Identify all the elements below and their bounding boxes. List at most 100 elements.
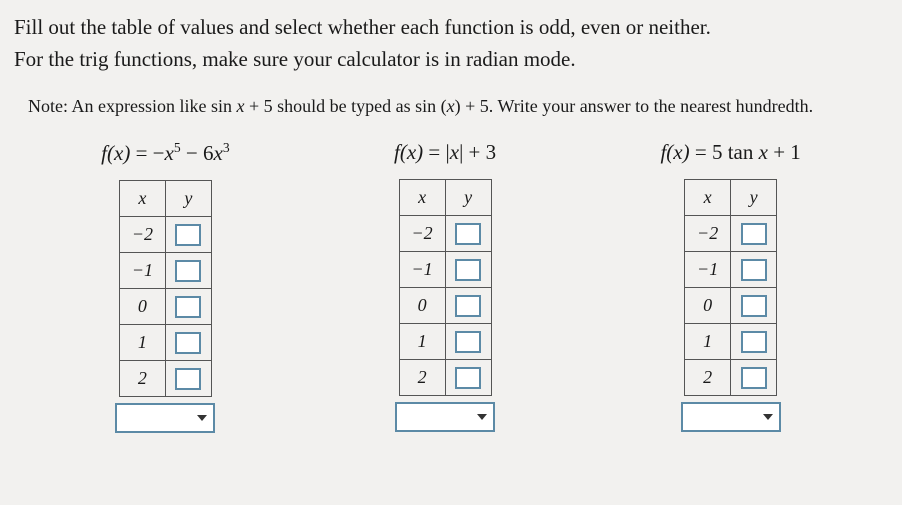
table-row: 2 xyxy=(685,360,777,396)
y-cell xyxy=(165,325,211,361)
table-header-row: xy xyxy=(399,180,491,216)
table-2: xy −2 −1 0 1 2 xyxy=(399,179,492,396)
x-cell: 2 xyxy=(399,360,445,396)
y-cell xyxy=(731,216,777,252)
y-input[interactable] xyxy=(741,259,767,281)
table-row: −2 xyxy=(685,216,777,252)
y-input[interactable] xyxy=(175,296,201,318)
chevron-down-icon xyxy=(197,415,207,421)
y-cell xyxy=(165,253,211,289)
table-header-row: xy xyxy=(119,181,211,217)
x-cell: −1 xyxy=(119,253,165,289)
y-input[interactable] xyxy=(455,223,481,245)
header-y: y xyxy=(165,181,211,217)
y-cell xyxy=(445,288,491,324)
chevron-down-icon xyxy=(763,414,773,420)
instruction-line1: Fill out the table of values and select … xyxy=(14,15,711,39)
f2-tail: | + 3 xyxy=(459,140,496,164)
y-cell xyxy=(165,361,211,397)
x-cell: −2 xyxy=(399,216,445,252)
f2-eq: = | xyxy=(423,140,450,164)
table-row: 0 xyxy=(119,289,211,325)
x-cell: 1 xyxy=(119,325,165,361)
note-text: Note: An expression like sin x + 5 shoul… xyxy=(28,93,888,120)
f3-x: x xyxy=(759,140,768,164)
f1-x2: x xyxy=(214,141,223,165)
y-input[interactable] xyxy=(741,367,767,389)
x-cell: −2 xyxy=(685,216,731,252)
table-header-row: xy xyxy=(685,180,777,216)
x-cell: −1 xyxy=(685,252,731,288)
y-input[interactable] xyxy=(455,259,481,281)
function-expr-1: f(x) = −x5 − 6x3 xyxy=(101,140,230,166)
table-3: xy −2 −1 0 1 2 xyxy=(684,179,777,396)
table-row: −1 xyxy=(119,253,211,289)
f1-x1: x xyxy=(165,141,174,165)
header-y: y xyxy=(731,180,777,216)
function-block-1: f(x) = −x5 − 6x3 xy −2 −1 0 1 2 xyxy=(101,140,230,433)
x-cell: −2 xyxy=(119,217,165,253)
y-input[interactable] xyxy=(175,260,201,282)
f1-c: − 6 xyxy=(181,141,214,165)
f3-eq: = 5 tan xyxy=(690,140,759,164)
header-y: y xyxy=(445,180,491,216)
y-cell xyxy=(731,360,777,396)
y-input[interactable] xyxy=(741,331,767,353)
f3-lhs: f xyxy=(660,140,666,164)
y-input[interactable] xyxy=(175,332,201,354)
header-x: x xyxy=(399,180,445,216)
function-block-3: f(x) = 5 tan x + 1 xy −2 −1 0 1 2 xyxy=(660,140,800,433)
y-input[interactable] xyxy=(741,295,767,317)
x-cell: 0 xyxy=(119,289,165,325)
table-row: −2 xyxy=(399,216,491,252)
table-row: 0 xyxy=(399,288,491,324)
y-cell xyxy=(165,289,211,325)
y-cell xyxy=(445,252,491,288)
table-row: 0 xyxy=(685,288,777,324)
parity-select-3[interactable] xyxy=(681,402,781,432)
tables-row: f(x) = −x5 − 6x3 xy −2 −1 0 1 2 f(x) = |… xyxy=(14,140,888,433)
header-x: x xyxy=(119,181,165,217)
y-cell xyxy=(445,216,491,252)
y-input[interactable] xyxy=(455,295,481,317)
instruction-line2: For the trig functions, make sure your c… xyxy=(14,47,576,71)
note-var2: x xyxy=(447,96,455,116)
function-expr-2: f(x) = |x| + 3 xyxy=(394,140,496,165)
x-cell: 0 xyxy=(399,288,445,324)
y-input[interactable] xyxy=(175,224,201,246)
table-row: −2 xyxy=(119,217,211,253)
f2-x: x xyxy=(450,140,459,164)
f2-var: x xyxy=(407,140,416,164)
table-row: 2 xyxy=(399,360,491,396)
f3-tail: + 1 xyxy=(768,140,801,164)
x-cell: 0 xyxy=(685,288,731,324)
f3-var: x xyxy=(673,140,682,164)
table-row: −1 xyxy=(685,252,777,288)
parity-select-1[interactable] xyxy=(115,403,215,433)
y-input[interactable] xyxy=(175,368,201,390)
f1-var: x xyxy=(114,141,123,165)
function-expr-3: f(x) = 5 tan x + 1 xyxy=(660,140,800,165)
table-row: 1 xyxy=(119,325,211,361)
parity-select-2[interactable] xyxy=(395,402,495,432)
header-x: x xyxy=(685,180,731,216)
f1-sup1: 5 xyxy=(174,140,181,155)
table-row: 1 xyxy=(399,324,491,360)
table-row: 2 xyxy=(119,361,211,397)
y-cell xyxy=(165,217,211,253)
y-input[interactable] xyxy=(455,331,481,353)
x-cell: 1 xyxy=(399,324,445,360)
table-1: xy −2 −1 0 1 2 xyxy=(119,180,212,397)
y-cell xyxy=(445,324,491,360)
y-input[interactable] xyxy=(741,223,767,245)
y-cell xyxy=(445,360,491,396)
f1-lhs: f xyxy=(101,141,107,165)
chevron-down-icon xyxy=(477,414,487,420)
note-mid1: + 5 should be typed as sin ( xyxy=(244,96,446,116)
y-input[interactable] xyxy=(455,367,481,389)
f1-neg: − xyxy=(153,141,165,165)
instruction-text: Fill out the table of values and select … xyxy=(14,12,888,75)
x-cell: 2 xyxy=(685,360,731,396)
table-row: −1 xyxy=(399,252,491,288)
y-cell xyxy=(731,288,777,324)
